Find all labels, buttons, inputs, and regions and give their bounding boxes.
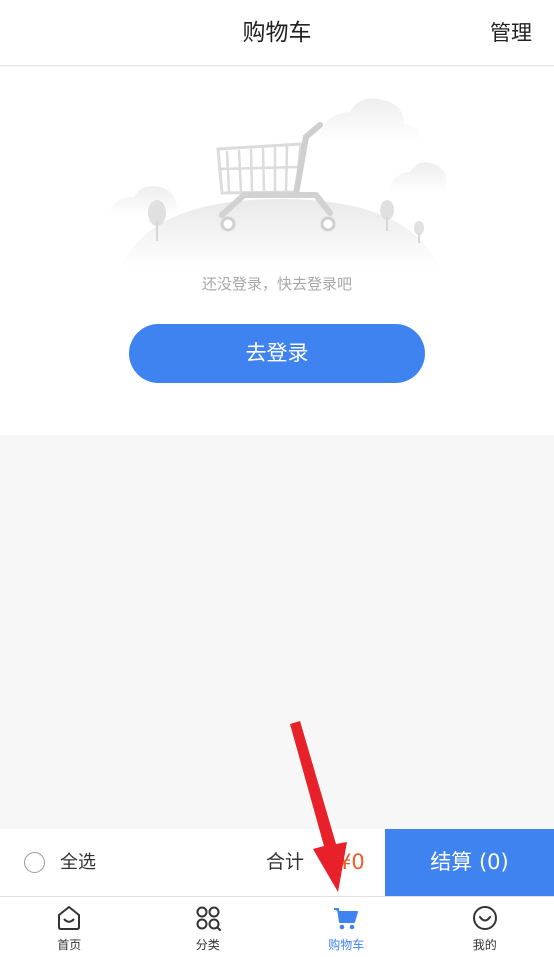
navigation-bar: 购物车 管理 [0, 0, 554, 66]
tab-label: 首页 [57, 938, 82, 952]
settle-button[interactable]: 结算 (0) [385, 829, 554, 896]
category-icon [196, 906, 221, 931]
tab-label: 我的 [472, 938, 497, 952]
empty-cart-section: 还没登录，快去登录吧 去登录 [0, 67, 554, 435]
tab-cart[interactable]: 购物车 [277, 897, 416, 957]
go-login-button[interactable]: 去登录 [129, 324, 425, 383]
smile-icon [472, 906, 497, 930]
tab-me[interactable]: 我的 [416, 897, 554, 957]
tab-home[interactable]: 首页 [0, 897, 139, 957]
select-all-label[interactable]: 全选 [60, 829, 96, 896]
home-icon [58, 906, 81, 930]
empty-cart-illustration [110, 98, 446, 269]
tab-category[interactable]: 分类 [139, 897, 278, 957]
total-price: ¥0 [338, 850, 365, 874]
select-all-radio[interactable] [24, 852, 45, 873]
manage-button[interactable]: 管理 [490, 0, 532, 66]
bottom-tab-bar: 首页 分类 购物车 我的 [0, 896, 554, 957]
cart-icon [334, 908, 359, 930]
page-title: 购物车 [242, 20, 312, 46]
total-label: 合计 [266, 851, 305, 873]
tab-label: 分类 [195, 938, 220, 952]
login-tip-text: 还没登录，快去登录吧 [201, 275, 352, 293]
checkout-bar: 全选 合计 ¥0 结算 (0) [0, 829, 554, 896]
tab-label: 购物车 [328, 938, 365, 952]
